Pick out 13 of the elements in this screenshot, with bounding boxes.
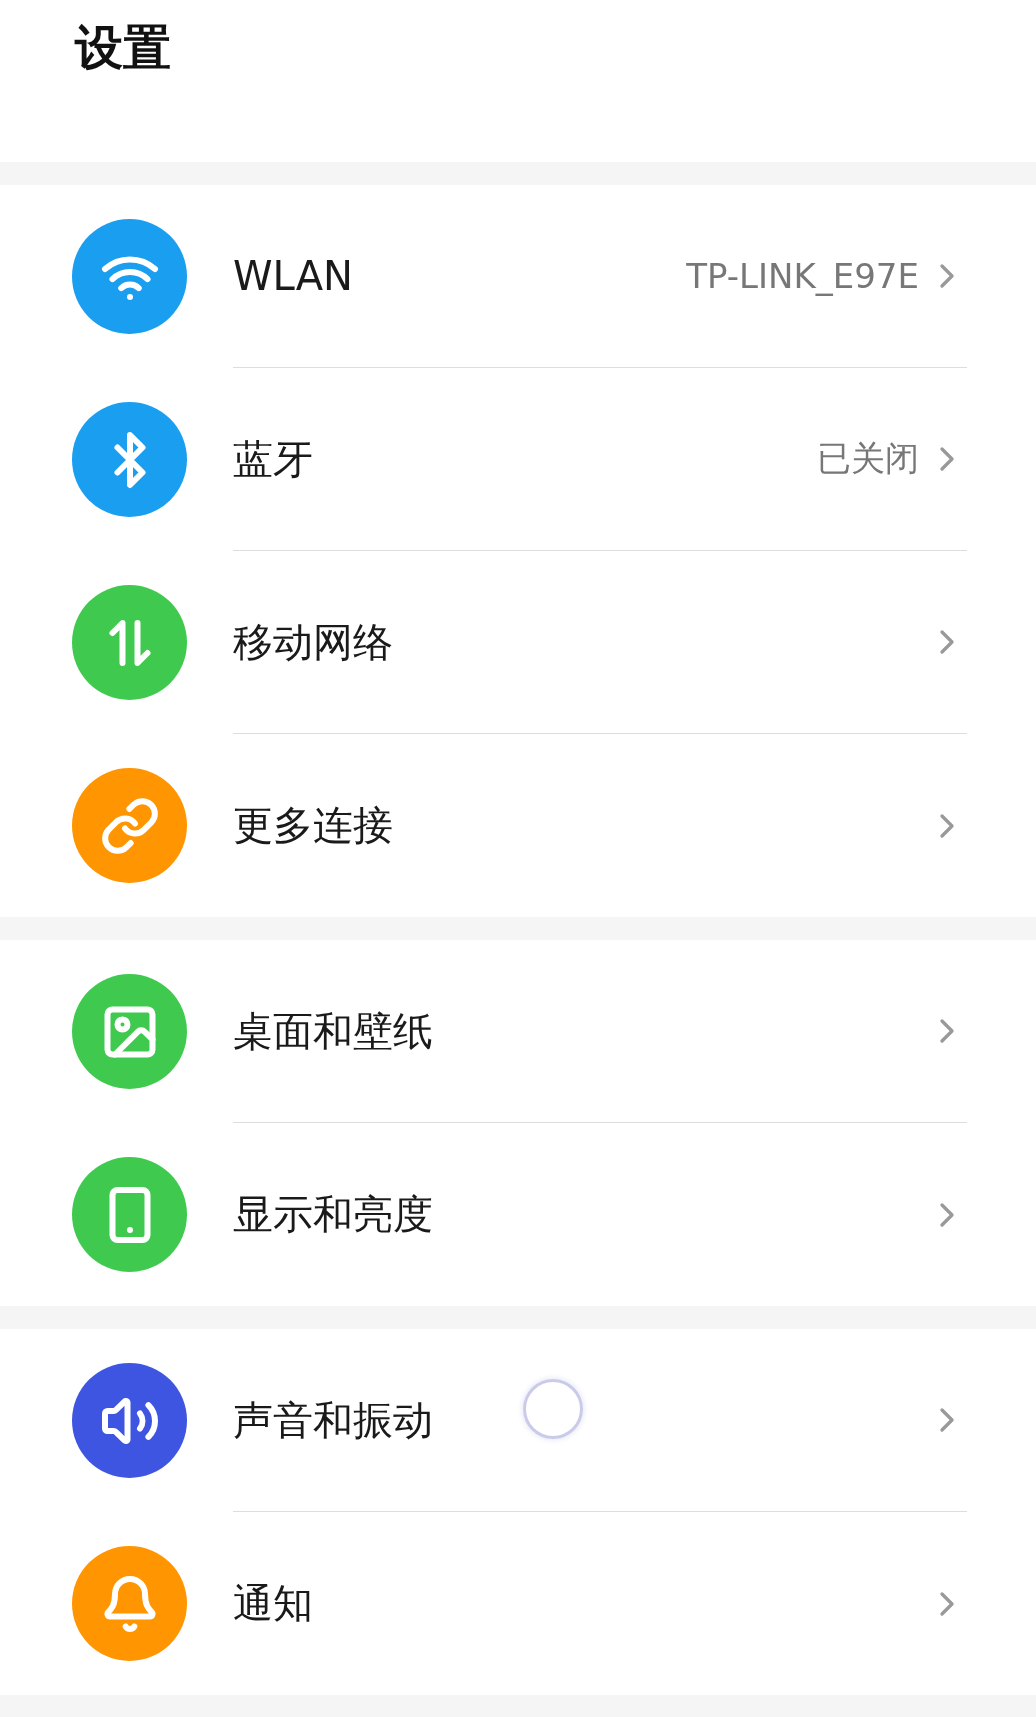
setting-label[interactable]: 通知: [233, 1576, 927, 1631]
setting-label[interactable]: 显示和亮度: [233, 1187, 927, 1242]
setting-label[interactable]: 移动网络: [233, 614, 927, 670]
setting-label[interactable]: WLAN: [233, 253, 687, 299]
touch-indicator-icon: [523, 1379, 583, 1439]
setting-value: TP-LINK_E97E: [686, 256, 919, 296]
setting-label[interactable]: 蓝牙: [233, 431, 817, 487]
setting-label[interactable]: 更多连接: [233, 798, 927, 853]
link-icon: [99, 795, 160, 856]
setting-value: 已关闭: [817, 437, 919, 480]
setting-label[interactable]: 声音和振动: [233, 1392, 927, 1448]
setting-label[interactable]: 桌面和壁纸: [233, 1003, 927, 1059]
page-title: 设置: [75, 18, 171, 77]
